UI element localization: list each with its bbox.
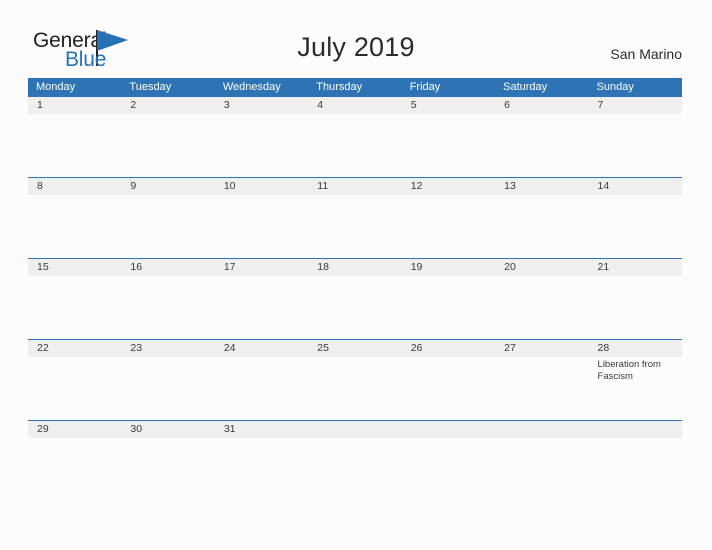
dow-monday: Monday xyxy=(36,81,76,93)
day-number xyxy=(402,421,495,438)
day-events[interactable] xyxy=(589,276,682,339)
day-events[interactable] xyxy=(308,195,401,258)
week-date-band: 15 16 17 18 19 20 21 xyxy=(28,258,682,276)
week-row: 1 2 3 4 5 6 7 xyxy=(28,96,682,177)
day-number xyxy=(495,421,588,438)
day-number[interactable]: 1 xyxy=(28,97,121,114)
day-events[interactable] xyxy=(28,195,121,258)
day-events[interactable] xyxy=(495,357,588,420)
day-number[interactable]: 9 xyxy=(121,178,214,195)
day-events[interactable] xyxy=(495,195,588,258)
dow-friday: Friday xyxy=(409,81,441,93)
day-number[interactable]: 8 xyxy=(28,178,121,195)
week-date-band: 22 23 24 25 26 27 28 xyxy=(28,339,682,357)
page-title: July 2019 xyxy=(297,32,415,62)
day-events[interactable]: Liberation from Fascism xyxy=(589,357,682,420)
week-event-area xyxy=(28,276,682,339)
day-events[interactable] xyxy=(495,114,588,177)
day-events[interactable] xyxy=(215,114,308,177)
day-number[interactable]: 3 xyxy=(215,97,308,114)
day-events xyxy=(495,438,588,501)
day-number xyxy=(589,421,682,438)
week-date-band: 29 30 31 xyxy=(28,420,682,438)
week-row: 15 16 17 18 19 20 21 xyxy=(28,258,682,339)
day-events[interactable] xyxy=(402,114,495,177)
day-number[interactable]: 31 xyxy=(215,421,308,438)
day-number[interactable]: 13 xyxy=(495,178,588,195)
day-events[interactable] xyxy=(402,276,495,339)
day-number xyxy=(308,421,401,438)
day-number[interactable]: 28 xyxy=(589,340,682,357)
dow-saturday: Saturday xyxy=(503,81,548,93)
day-number[interactable]: 16 xyxy=(121,259,214,276)
day-events[interactable] xyxy=(589,195,682,258)
day-events xyxy=(308,438,401,501)
day-number[interactable]: 22 xyxy=(28,340,121,357)
day-events[interactable] xyxy=(589,114,682,177)
day-number[interactable]: 17 xyxy=(215,259,308,276)
day-number[interactable]: 18 xyxy=(308,259,401,276)
day-events[interactable] xyxy=(28,276,121,339)
day-events[interactable] xyxy=(215,195,308,258)
day-events[interactable] xyxy=(215,438,308,501)
day-number[interactable]: 14 xyxy=(589,178,682,195)
page-header: General Blue July 2019 San Marino xyxy=(0,0,712,78)
day-events xyxy=(402,438,495,501)
day-events[interactable] xyxy=(308,114,401,177)
day-events[interactable] xyxy=(121,114,214,177)
week-row: 29 30 31 xyxy=(28,420,682,501)
dow-thursday: Thursday xyxy=(316,81,363,93)
day-number[interactable]: 6 xyxy=(495,97,588,114)
day-number[interactable]: 4 xyxy=(308,97,401,114)
day-events[interactable] xyxy=(215,276,308,339)
day-number[interactable]: 29 xyxy=(28,421,121,438)
day-events[interactable] xyxy=(402,357,495,420)
event-label: Liberation from Fascism xyxy=(597,359,661,382)
day-events[interactable] xyxy=(121,357,214,420)
day-events[interactable] xyxy=(495,276,588,339)
day-number[interactable]: 5 xyxy=(402,97,495,114)
day-number[interactable]: 11 xyxy=(308,178,401,195)
day-number[interactable]: 27 xyxy=(495,340,588,357)
dow-sunday: Sunday xyxy=(596,81,634,93)
day-events[interactable] xyxy=(121,276,214,339)
dow-tuesday: Tuesday xyxy=(129,81,172,93)
week-event-area: Liberation from Fascism xyxy=(28,357,682,420)
day-number[interactable]: 12 xyxy=(402,178,495,195)
day-events[interactable] xyxy=(28,357,121,420)
day-events[interactable] xyxy=(121,438,214,501)
day-number[interactable]: 24 xyxy=(215,340,308,357)
week-event-area xyxy=(28,438,682,501)
day-number[interactable]: 15 xyxy=(28,259,121,276)
day-number[interactable]: 23 xyxy=(121,340,214,357)
day-number[interactable]: 2 xyxy=(121,97,214,114)
day-number[interactable]: 25 xyxy=(308,340,401,357)
day-events[interactable] xyxy=(402,195,495,258)
week-row: 8 9 10 11 12 13 14 xyxy=(28,177,682,258)
calendar-grid: Monday Tuesday Wednesday Thursday Friday… xyxy=(28,78,682,501)
day-events[interactable] xyxy=(121,195,214,258)
week-row: 22 23 24 25 26 27 28 Liberation from Fas… xyxy=(28,339,682,420)
day-of-week-header: Monday Tuesday Wednesday Thursday Friday… xyxy=(28,78,682,96)
day-number[interactable]: 7 xyxy=(589,97,682,114)
day-number[interactable]: 20 xyxy=(495,259,588,276)
day-events[interactable] xyxy=(308,276,401,339)
week-date-band: 8 9 10 11 12 13 14 xyxy=(28,177,682,195)
country-label: San Marino xyxy=(610,46,682,62)
calendar-page: General Blue July 2019 San Marino Monday… xyxy=(0,0,712,550)
week-event-area xyxy=(28,114,682,177)
day-number[interactable]: 26 xyxy=(402,340,495,357)
dow-wednesday: Wednesday xyxy=(222,81,281,93)
day-number[interactable]: 19 xyxy=(402,259,495,276)
day-events[interactable] xyxy=(215,357,308,420)
day-events[interactable] xyxy=(28,114,121,177)
day-events xyxy=(589,438,682,501)
day-events[interactable] xyxy=(28,438,121,501)
day-number[interactable]: 10 xyxy=(215,178,308,195)
day-number[interactable]: 30 xyxy=(121,421,214,438)
week-date-band: 1 2 3 4 5 6 7 xyxy=(28,96,682,114)
day-events[interactable] xyxy=(308,357,401,420)
week-event-area xyxy=(28,195,682,258)
day-number[interactable]: 21 xyxy=(589,259,682,276)
